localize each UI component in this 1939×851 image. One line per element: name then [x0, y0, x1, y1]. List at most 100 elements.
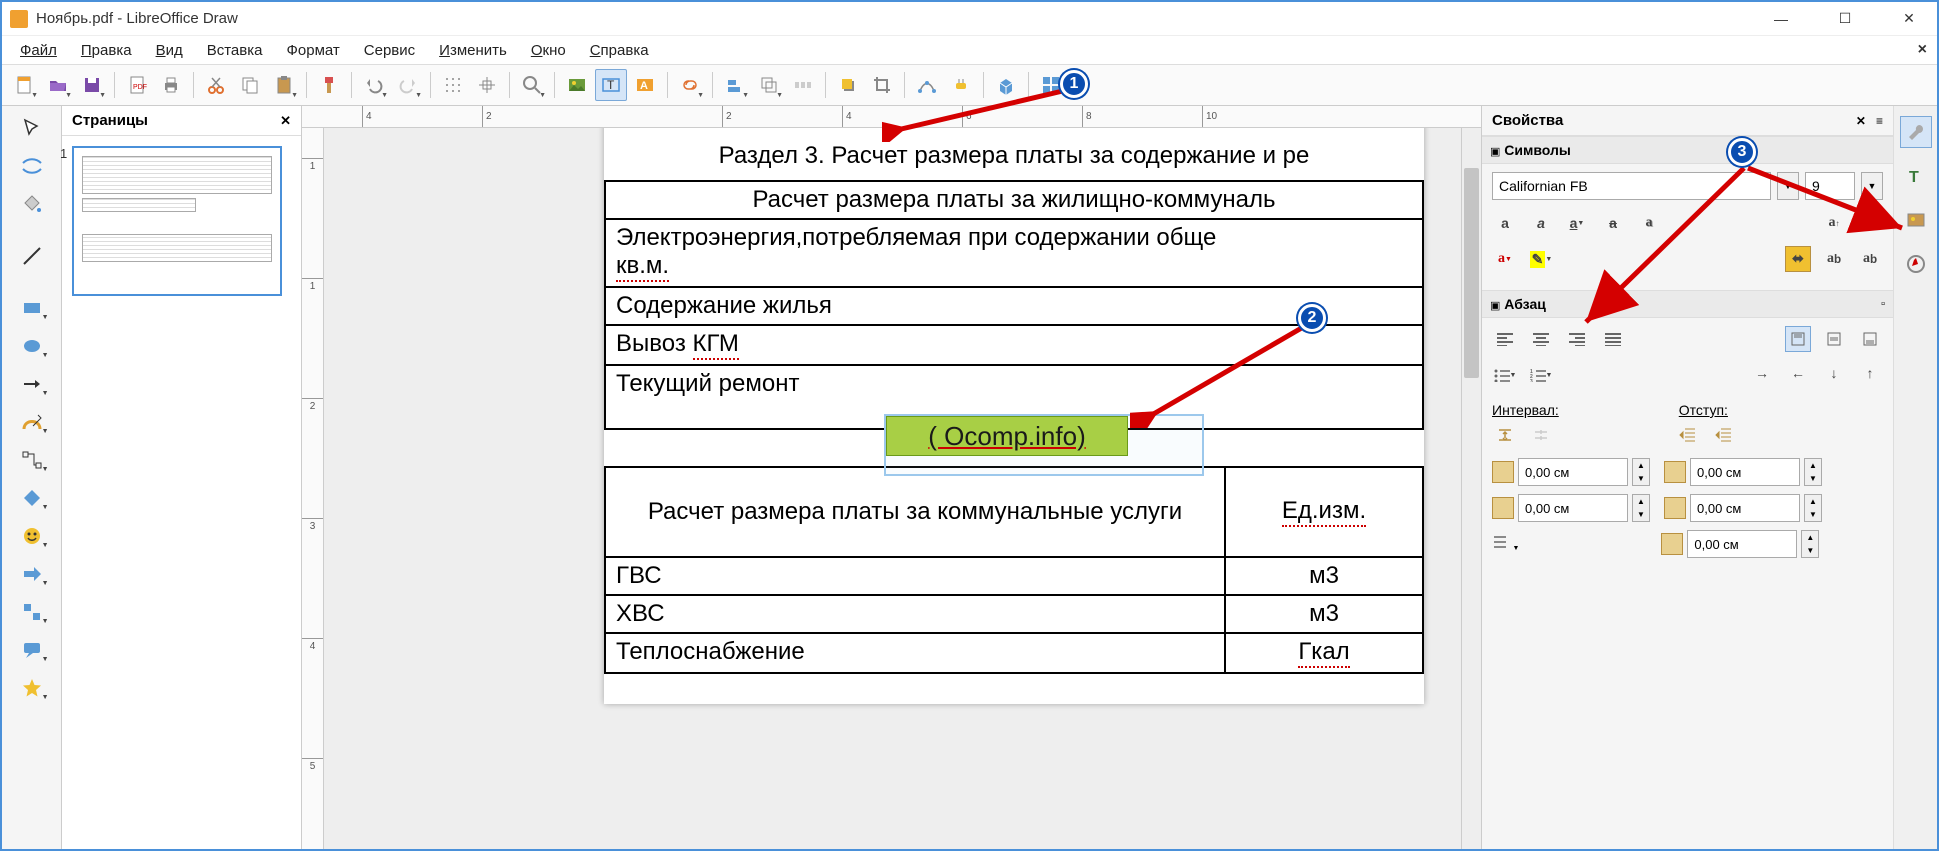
valign-middle-button[interactable] [1821, 326, 1847, 352]
indent-firstline-stepper[interactable]: ▲▼ [1801, 530, 1819, 558]
distribute-button[interactable] [787, 69, 819, 101]
arrow-line-tool[interactable]: ▼ [10, 368, 54, 400]
stars-tool[interactable]: ▼ [10, 672, 54, 704]
rtl-button[interactable]: ← [1785, 362, 1811, 388]
select-tool[interactable] [10, 112, 54, 144]
insert-hyperlink-button[interactable]: ▼ [674, 69, 706, 101]
strikethrough-button[interactable]: a [1600, 210, 1626, 236]
sidebar-tab-navigator[interactable] [1900, 248, 1932, 280]
menu-format[interactable]: Формат [276, 40, 349, 61]
sidebar-tab-gallery[interactable] [1900, 204, 1932, 236]
menu-file[interactable]: Файл [10, 40, 67, 61]
indent-right-input[interactable] [1690, 494, 1800, 522]
indent-firstline-input[interactable] [1687, 530, 1797, 558]
align-justify-button[interactable] [1600, 326, 1626, 352]
char-spacing-button[interactable]: ⬌ [1785, 246, 1811, 272]
line-spacing-button[interactable]: ▼ [1492, 534, 1519, 555]
align-right-button[interactable] [1564, 326, 1590, 352]
decrease-spacing-icon[interactable] [1528, 422, 1554, 448]
print-button[interactable] [155, 69, 187, 101]
flowchart-tool[interactable]: ▼ [10, 596, 54, 628]
decrease-indent-icon[interactable] [1710, 422, 1736, 448]
pages-panel-close-icon[interactable]: ✕ [280, 113, 291, 129]
sidebar-tab-properties[interactable] [1900, 116, 1932, 148]
redo-button[interactable]: ▼ [392, 69, 424, 101]
fill-color-tool[interactable] [10, 188, 54, 220]
vertical-scrollbar[interactable] [1461, 128, 1481, 849]
menu-modify[interactable]: Изменить [429, 40, 517, 61]
close-document-button[interactable]: × [1918, 41, 1927, 59]
ttb-button[interactable]: ↓ [1821, 362, 1847, 388]
increase-font-button[interactable]: a↑ [1821, 210, 1847, 236]
ltr-button[interactable]: → [1749, 362, 1775, 388]
new-button[interactable]: ▼ [8, 69, 40, 101]
minimize-button[interactable]: — [1761, 5, 1801, 33]
section-characters[interactable]: ▣ Символы [1482, 136, 1893, 164]
font-size-dropdown[interactable]: ▼ [1861, 172, 1883, 200]
space-below-stepper[interactable]: ▲▼ [1632, 494, 1650, 522]
page-thumbnail[interactable]: 1 [72, 146, 282, 296]
section-more-icon[interactable]: ▫ [1881, 298, 1885, 310]
bold-button[interactable]: a [1492, 210, 1518, 236]
open-button[interactable]: ▼ [42, 69, 74, 101]
export-pdf-button[interactable]: PDF [121, 69, 153, 101]
insert-fontwork-button[interactable]: A [629, 69, 661, 101]
superscript-button[interactable]: ab [1821, 246, 1847, 272]
shadow-text-button[interactable]: a [1636, 210, 1662, 236]
callout-tool[interactable]: ▼ [10, 634, 54, 666]
space-above-stepper[interactable]: ▲▼ [1632, 458, 1650, 486]
glue-points-button[interactable] [945, 69, 977, 101]
font-size-input[interactable] [1805, 172, 1855, 200]
copy-button[interactable] [234, 69, 266, 101]
menu-edit[interactable]: Правка [71, 40, 142, 61]
increase-indent-icon[interactable] [1674, 422, 1700, 448]
indent-right-stepper[interactable]: ▲▼ [1804, 494, 1822, 522]
clone-format-button[interactable] [313, 69, 345, 101]
crop-button[interactable] [866, 69, 898, 101]
indent-left-stepper[interactable]: ▲▼ [1804, 458, 1822, 486]
menu-help[interactable]: Справка [580, 40, 659, 61]
undo-button[interactable]: ▼ [358, 69, 390, 101]
align-button[interactable]: ▼ [719, 69, 751, 101]
save-button[interactable]: ▼ [76, 69, 108, 101]
decrease-font-button[interactable]: a↓ [1857, 210, 1883, 236]
vertical-ruler[interactable]: 1 1 2 3 4 5 [302, 128, 324, 849]
menu-tools[interactable]: Сервис [354, 40, 425, 61]
connector-tool[interactable]: ▼ [10, 444, 54, 476]
symbol-shapes-tool[interactable]: ▼ [10, 520, 54, 552]
subscript-button[interactable]: ab [1857, 246, 1883, 272]
insert-image-button[interactable] [561, 69, 593, 101]
underline-button[interactable]: a ▼ [1564, 210, 1590, 236]
bullet-list-button[interactable]: ▼ [1492, 362, 1518, 388]
space-below-input[interactable] [1518, 494, 1628, 522]
edit-points-button[interactable] [911, 69, 943, 101]
align-center-button[interactable] [1528, 326, 1554, 352]
section-paragraph[interactable]: ▣ Абзац ▫ [1482, 290, 1893, 318]
increase-spacing-icon[interactable] [1492, 422, 1518, 448]
page-viewport[interactable]: Раздел 3. Расчет размера платы за содерж… [324, 128, 1461, 849]
font-name-input[interactable] [1492, 172, 1771, 200]
maximize-button[interactable]: ☐ [1825, 5, 1865, 33]
inserted-text-frame[interactable]: ( Ocomp.info) [884, 414, 1204, 476]
line-color-tool[interactable] [10, 150, 54, 182]
line-tool[interactable] [10, 240, 54, 272]
rectangle-tool[interactable]: ▼ [10, 292, 54, 324]
block-arrows-tool[interactable]: ▼ [10, 558, 54, 590]
btt-button[interactable]: ↑ [1857, 362, 1883, 388]
basic-shapes-tool[interactable]: ▼ [10, 482, 54, 514]
menu-insert[interactable]: Вставка [197, 40, 273, 61]
space-above-input[interactable] [1518, 458, 1628, 486]
insert-textbox-button[interactable]: T [595, 69, 627, 101]
shadow-button[interactable] [832, 69, 864, 101]
highlight-button[interactable]: ✎ ▼ [1528, 246, 1554, 272]
menu-window[interactable]: Окно [521, 40, 576, 61]
align-left-button[interactable] [1492, 326, 1518, 352]
horizontal-ruler[interactable]: 4 2 2 4 6 8 10 [302, 106, 1481, 128]
properties-close-icon[interactable]: ✕ [1856, 114, 1866, 128]
paste-button[interactable]: ▼ [268, 69, 300, 101]
valign-top-button[interactable] [1785, 326, 1811, 352]
arrange-button[interactable]: ▼ [753, 69, 785, 101]
inserted-text[interactable]: ( Ocomp.info) [886, 416, 1128, 456]
close-button[interactable]: ✕ [1889, 5, 1929, 33]
font-color-button[interactable]: a ▼ [1492, 246, 1518, 272]
